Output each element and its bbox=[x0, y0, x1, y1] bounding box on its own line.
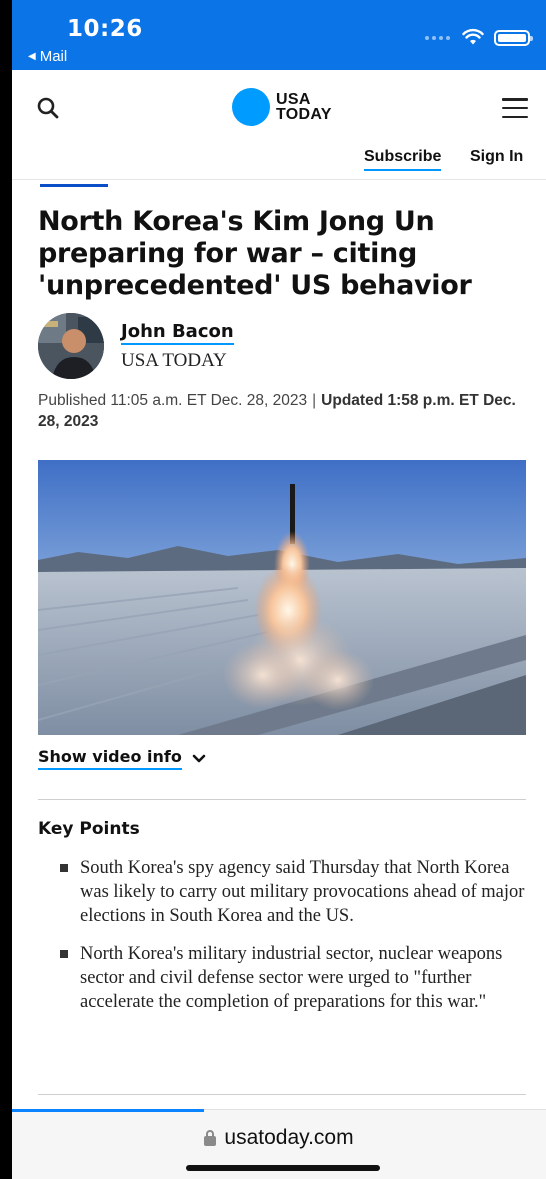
back-triangle-icon: ◀ bbox=[28, 51, 36, 62]
key-point-item: North Korea's military industrial sector… bbox=[38, 942, 528, 1014]
phone-screen: 10:26 ◀ Mail USA TODAY Subscribe Sign In… bbox=[12, 0, 546, 1179]
lock-icon bbox=[204, 1130, 217, 1146]
site-header: USA TODAY Subscribe Sign In bbox=[12, 70, 546, 180]
logo-text: USA TODAY bbox=[276, 91, 332, 123]
show-video-info-toggle[interactable]: Show video info bbox=[38, 747, 206, 770]
key-points-list: South Korea's spy agency said Thursday t… bbox=[38, 856, 528, 1028]
url-text: usatoday.com bbox=[224, 1126, 354, 1149]
sign-in-link[interactable]: Sign In bbox=[470, 148, 523, 166]
date-separator: | bbox=[312, 392, 317, 409]
status-time: 10:26 bbox=[67, 16, 143, 42]
url-display[interactable]: usatoday.com bbox=[12, 1126, 546, 1150]
missile-launch-video[interactable] bbox=[38, 460, 526, 735]
author-info: John Bacon USA TODAY bbox=[121, 321, 234, 372]
signal-icon bbox=[425, 36, 450, 40]
bullet-icon bbox=[60, 864, 68, 872]
article-dateline: Published 11:05 a.m. ET Dec. 28, 2023 | Up… bbox=[38, 390, 528, 432]
key-point-item: South Korea's spy agency said Thursday t… bbox=[38, 856, 528, 928]
browser-address-bar[interactable]: usatoday.com bbox=[12, 1109, 546, 1179]
author-byline: John Bacon USA TODAY bbox=[38, 313, 234, 379]
chevron-down-icon bbox=[192, 754, 206, 762]
wifi-icon bbox=[462, 28, 484, 45]
bullet-icon bbox=[60, 950, 68, 958]
home-indicator[interactable] bbox=[186, 1165, 380, 1171]
search-icon[interactable] bbox=[36, 96, 60, 120]
battery-icon bbox=[494, 30, 533, 46]
subscribe-link[interactable]: Subscribe bbox=[364, 148, 442, 171]
logo-circle bbox=[232, 88, 270, 126]
author-organization: USA TODAY bbox=[121, 349, 227, 371]
status-bar: 10:26 ◀ Mail bbox=[12, 0, 546, 70]
section-divider bbox=[38, 1094, 526, 1095]
usa-today-logo[interactable]: USA TODAY bbox=[232, 88, 332, 126]
hamburger-menu-icon[interactable] bbox=[502, 98, 528, 118]
key-points-heading: Key Points bbox=[38, 819, 140, 839]
author-avatar[interactable] bbox=[38, 313, 104, 379]
author-name-link[interactable]: John Bacon bbox=[121, 321, 234, 345]
section-divider bbox=[38, 799, 526, 800]
back-app-label: Mail bbox=[39, 48, 68, 65]
back-to-mail-button[interactable]: ◀ Mail bbox=[28, 48, 67, 65]
published-date: Published 11:05 a.m. ET Dec. 28, 2023 bbox=[38, 392, 308, 409]
page-load-progress bbox=[12, 1109, 205, 1112]
show-video-info-label: Show video info bbox=[38, 747, 182, 770]
article-headline: North Korea's Kim Jong Un preparing for … bbox=[38, 206, 472, 301]
accent-bar bbox=[40, 184, 108, 187]
